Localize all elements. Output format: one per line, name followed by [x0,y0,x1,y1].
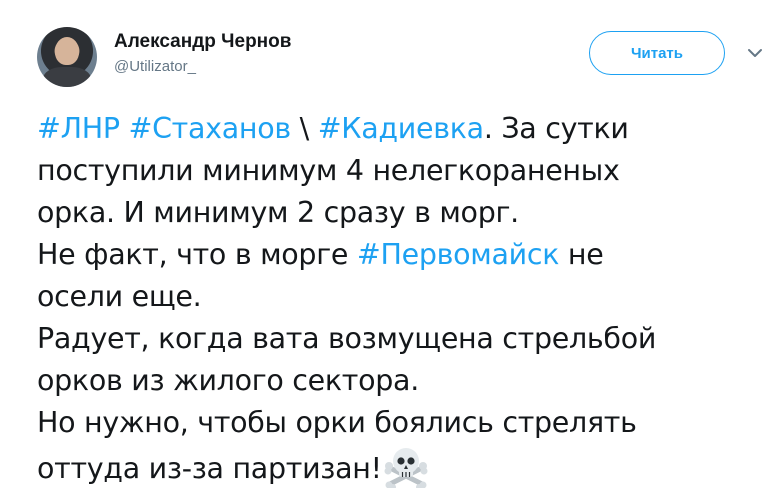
tweet-line: орков из жилого сектора. [37,360,737,402]
hashtag-link[interactable]: #Кадиевка [318,112,484,145]
tweet-line: #ЛНР #Стаханов \ #Кадиевка. За сутки [37,108,737,150]
tweet-text-segment: орка. И минимум 2 сразу в морг. [37,196,519,229]
hashtag-link[interactable]: #ЛНР [37,112,120,145]
hashtag-link[interactable]: #Стаханов [129,112,292,145]
avatar-shirt [43,67,91,87]
tweet-text-segment [120,112,129,145]
skull-and-crossbones-icon [384,448,428,488]
tweet-line: осели еще. [37,276,737,318]
author-username[interactable]: @Utilizator_ [114,58,196,75]
tweet-text-segment: осели еще. [37,280,202,313]
tweet-text-segment: оттуда из-за партизан! [37,452,382,485]
hashtag-link[interactable]: #Первомайск [357,238,560,271]
tweet-line: Но нужно, чтобы орки боялись стрелять [37,402,737,444]
tweet-text-segment: . За сутки [483,112,629,145]
tweet-line: орка. И минимум 2 сразу в морг. [37,192,737,234]
author-display-name[interactable]: Александр Чернов [114,31,291,53]
tweet-text-segment: Но нужно, чтобы орки боялись стрелять [37,406,637,439]
tweet-line: Радует, когда вата возмущена стрельбой [37,318,737,360]
tweet-text-segment: не [559,238,604,271]
tweet-card: Александр Чернов @Utilizator_ Читать #ЛН… [0,0,776,497]
tweet-text-segment: Не факт, что в морге [37,238,357,271]
chevron-down-icon[interactable] [746,44,764,62]
tweet-text-segment: \ [290,112,318,145]
follow-button[interactable]: Читать [589,31,725,75]
tweet-text-segment: поступили минимум 4 нелегкораненых [37,154,620,187]
tweet-line: оттуда из-за партизан! [37,444,737,488]
tweet-line: поступили минимум 4 нелегкораненых [37,150,737,192]
tweet-text-segment: орков из жилого сектора. [37,364,419,397]
tweet-line: Не факт, что в морге #Первомайск не [37,234,737,276]
avatar-face [55,37,79,65]
tweet-text-segment: Радует, когда вата возмущена стрельбой [37,322,657,355]
tweet-text: #ЛНР #Стаханов \ #Кадиевка. За сутки пост… [37,108,737,488]
avatar[interactable] [37,27,97,87]
